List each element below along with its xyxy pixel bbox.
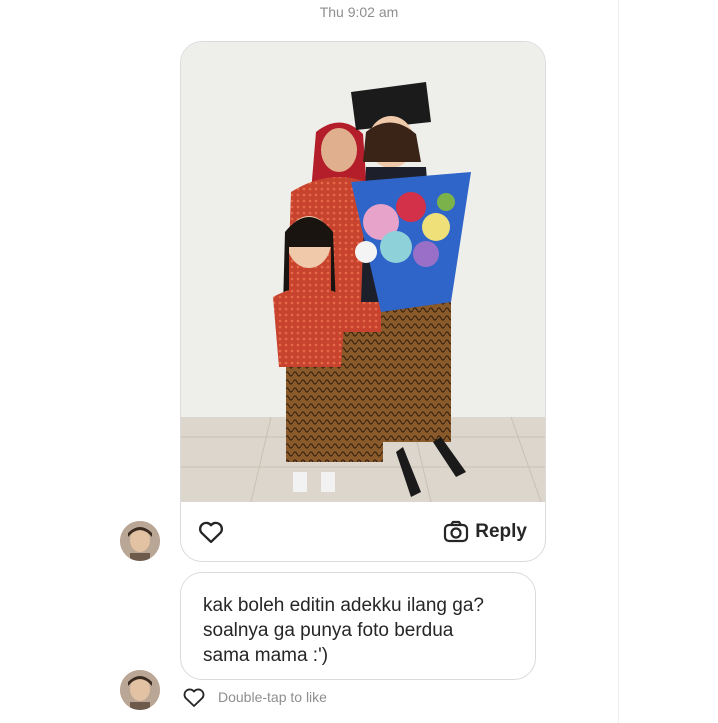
reply-label: Reply (475, 521, 527, 542)
heart-outline-icon[interactable] (182, 686, 206, 708)
double-tap-like-row: Double-tap to like (182, 684, 327, 710)
sender-avatar[interactable] (120, 670, 160, 710)
right-divider (618, 0, 619, 723)
message-text: kak boleh editin adekku ilang ga? soalny… (203, 595, 484, 666)
text-message-bubble[interactable]: kak boleh editin adekku ilang ga? soalny… (180, 572, 536, 680)
message-timestamp: Thu 9:02 am (319, 4, 399, 20)
photo-message-card[interactable]: Reply (180, 41, 546, 562)
sender-avatar[interactable] (120, 521, 160, 561)
heart-outline-icon[interactable] (197, 518, 225, 546)
shared-photo[interactable] (181, 42, 546, 502)
avatar-image (120, 670, 160, 710)
avatar-image (120, 521, 160, 561)
reply-button[interactable]: Reply (443, 516, 527, 548)
double-tap-hint: Double-tap to like (218, 689, 327, 705)
photo-message-actions: Reply (181, 502, 545, 561)
camera-icon (444, 520, 469, 543)
